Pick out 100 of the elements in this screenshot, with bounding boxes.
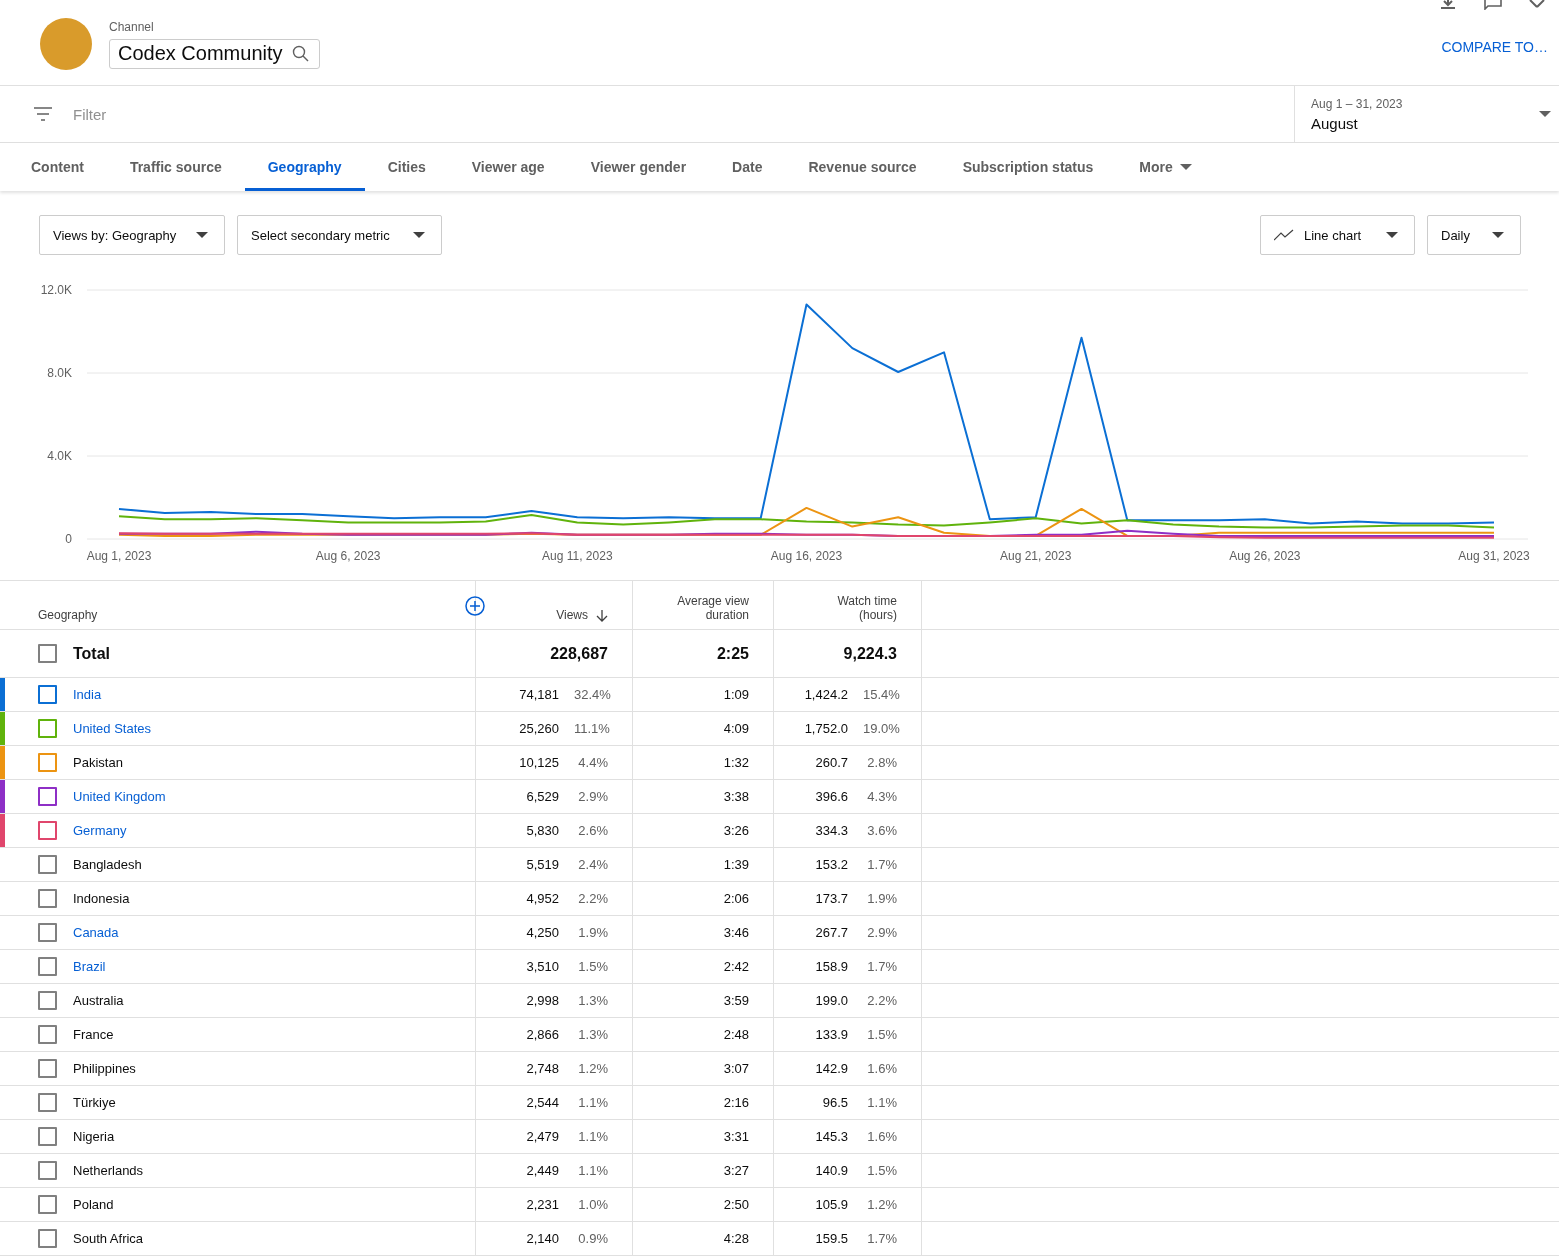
checkbox[interactable] (38, 753, 57, 772)
table-cell: 158.9 (815, 959, 848, 974)
line-chart-icon (1274, 229, 1294, 241)
more-tab[interactable]: More (1116, 143, 1215, 191)
table-cell-text: 4.3% (866, 789, 897, 804)
checkbox[interactable] (38, 644, 57, 663)
country-link[interactable]: Brazil (73, 959, 106, 974)
date-range-dropdown[interactable]: Aug 1 – 31, 2023 August (1294, 86, 1559, 142)
checkbox[interactable] (38, 821, 57, 840)
channel-selector[interactable]: Codex Community (109, 39, 320, 69)
interval-dropdown[interactable]: Daily (1427, 215, 1521, 255)
caret-icon (413, 232, 425, 238)
download-icon[interactable] (1439, 0, 1457, 10)
table-cell-text: 1.1% (577, 1163, 608, 1178)
chart-type-dropdown[interactable]: Line chart (1260, 215, 1415, 255)
checkbox[interactable] (38, 1025, 57, 1044)
axis-label: 4.0K (47, 449, 72, 463)
checkbox[interactable] (38, 1161, 57, 1180)
checkbox[interactable] (38, 957, 57, 976)
table-cell: 145.3 (815, 1129, 848, 1144)
search-icon (291, 45, 309, 62)
table-cell: 3:26 (723, 823, 749, 838)
checkbox[interactable] (38, 1127, 57, 1146)
country-link[interactable]: Germany (73, 823, 127, 838)
tab[interactable]: Geography (244, 143, 365, 191)
checkbox[interactable] (38, 991, 57, 1010)
checkbox[interactable] (38, 923, 57, 942)
checkbox[interactable] (38, 1195, 57, 1214)
country-name: Türkiye (73, 1095, 116, 1110)
table-cell: 3:07 (723, 1061, 749, 1076)
table-cell: 228,687 (550, 644, 608, 663)
country-name: Poland (73, 1197, 114, 1212)
sort-down-icon (596, 610, 608, 622)
column-header[interactable]: Watch time (hours) (817, 594, 897, 622)
table-cell: 5,519 (526, 857, 559, 872)
tab[interactable]: Viewer gender (567, 143, 710, 191)
table-cell-text: 1.5% (577, 959, 608, 974)
table-cell: 3:31 (723, 1129, 749, 1144)
tab[interactable]: Viewer age (448, 143, 568, 191)
table-cell: 2:50 (723, 1197, 749, 1212)
table-cell-text: 2.9% (866, 925, 897, 940)
table-cell-text: 0.9% (577, 1231, 608, 1246)
table-cell: 1,424.2 (804, 687, 848, 702)
tab[interactable]: Cities (364, 143, 449, 191)
table-cell: 1,752.0 (804, 721, 848, 736)
tab[interactable]: Subscription status (939, 143, 1117, 191)
add-column-icon[interactable] (465, 596, 485, 616)
column-header[interactable]: Views (556, 608, 608, 622)
table-cell: 199.0 (815, 993, 848, 1008)
table-cell: 159.5 (815, 1231, 848, 1246)
table-cell-text: 1.1% (866, 1095, 897, 1110)
table-cell-text: 2.2% (866, 993, 897, 1008)
table-cell: 4:28 (723, 1231, 749, 1246)
country-link[interactable]: Canada (73, 925, 119, 940)
country-link[interactable]: India (73, 687, 102, 702)
checkbox[interactable] (38, 855, 57, 874)
close-icon[interactable] (1529, 0, 1545, 8)
country-name: Indonesia (73, 891, 130, 906)
checkbox[interactable] (38, 1093, 57, 1112)
table-cell: 2,231 (526, 1197, 559, 1212)
tab[interactable]: Date (709, 143, 786, 191)
table-cell-text: 1.5% (866, 1027, 897, 1042)
table-cell: 334.3 (815, 823, 848, 838)
checkbox[interactable] (38, 1229, 57, 1248)
table-cell: 4,952 (526, 891, 559, 906)
table-cell-text: 1.5% (866, 1163, 897, 1178)
checkbox[interactable] (38, 889, 57, 908)
table-cell-text: 1.1% (577, 1129, 608, 1144)
table-cell: 2,998 (526, 993, 559, 1008)
channel-label: Channel (109, 20, 155, 34)
filter-icon[interactable] (33, 106, 53, 122)
axis-label: Aug 11, 2023 (542, 549, 613, 563)
checkbox[interactable] (38, 1059, 57, 1078)
tab[interactable]: Content (8, 143, 107, 191)
feedback-icon[interactable] (1483, 0, 1503, 10)
table-cell: 4:09 (723, 721, 749, 736)
table-cell: 2:48 (723, 1027, 749, 1042)
column-header[interactable]: Average view duration (669, 594, 749, 622)
country-name: France (73, 1027, 114, 1042)
table-cell: 267.7 (815, 925, 848, 940)
country-link[interactable]: United States (73, 721, 152, 736)
table-cell: 74,181 (519, 687, 559, 702)
checkbox[interactable] (38, 719, 57, 738)
table-cell-text: 1.3% (577, 1027, 608, 1042)
table-cell-text: 2.4% (577, 857, 608, 872)
column-header[interactable]: Geography (38, 608, 98, 622)
country-link[interactable]: United Kingdom (73, 789, 166, 804)
axis-label: 12.0K (40, 283, 72, 297)
table-cell: 2:42 (723, 959, 749, 974)
compare-link[interactable]: COMPARE TO… (1441, 38, 1548, 55)
secondary-metric-dropdown[interactable]: Select secondary metric (237, 215, 442, 255)
axis-label: Aug 31, 2023 (1458, 549, 1530, 563)
country-name: Bangladesh (73, 857, 142, 872)
checkbox[interactable] (38, 685, 57, 704)
tab[interactable]: Traffic source (106, 143, 245, 191)
table-cell: 396.6 (815, 789, 848, 804)
table-cell-text: 1.2% (866, 1197, 897, 1212)
checkbox[interactable] (38, 787, 57, 806)
tab[interactable]: Revenue source (785, 143, 940, 191)
metric-dropdown[interactable]: Views by: Geography (39, 215, 225, 255)
